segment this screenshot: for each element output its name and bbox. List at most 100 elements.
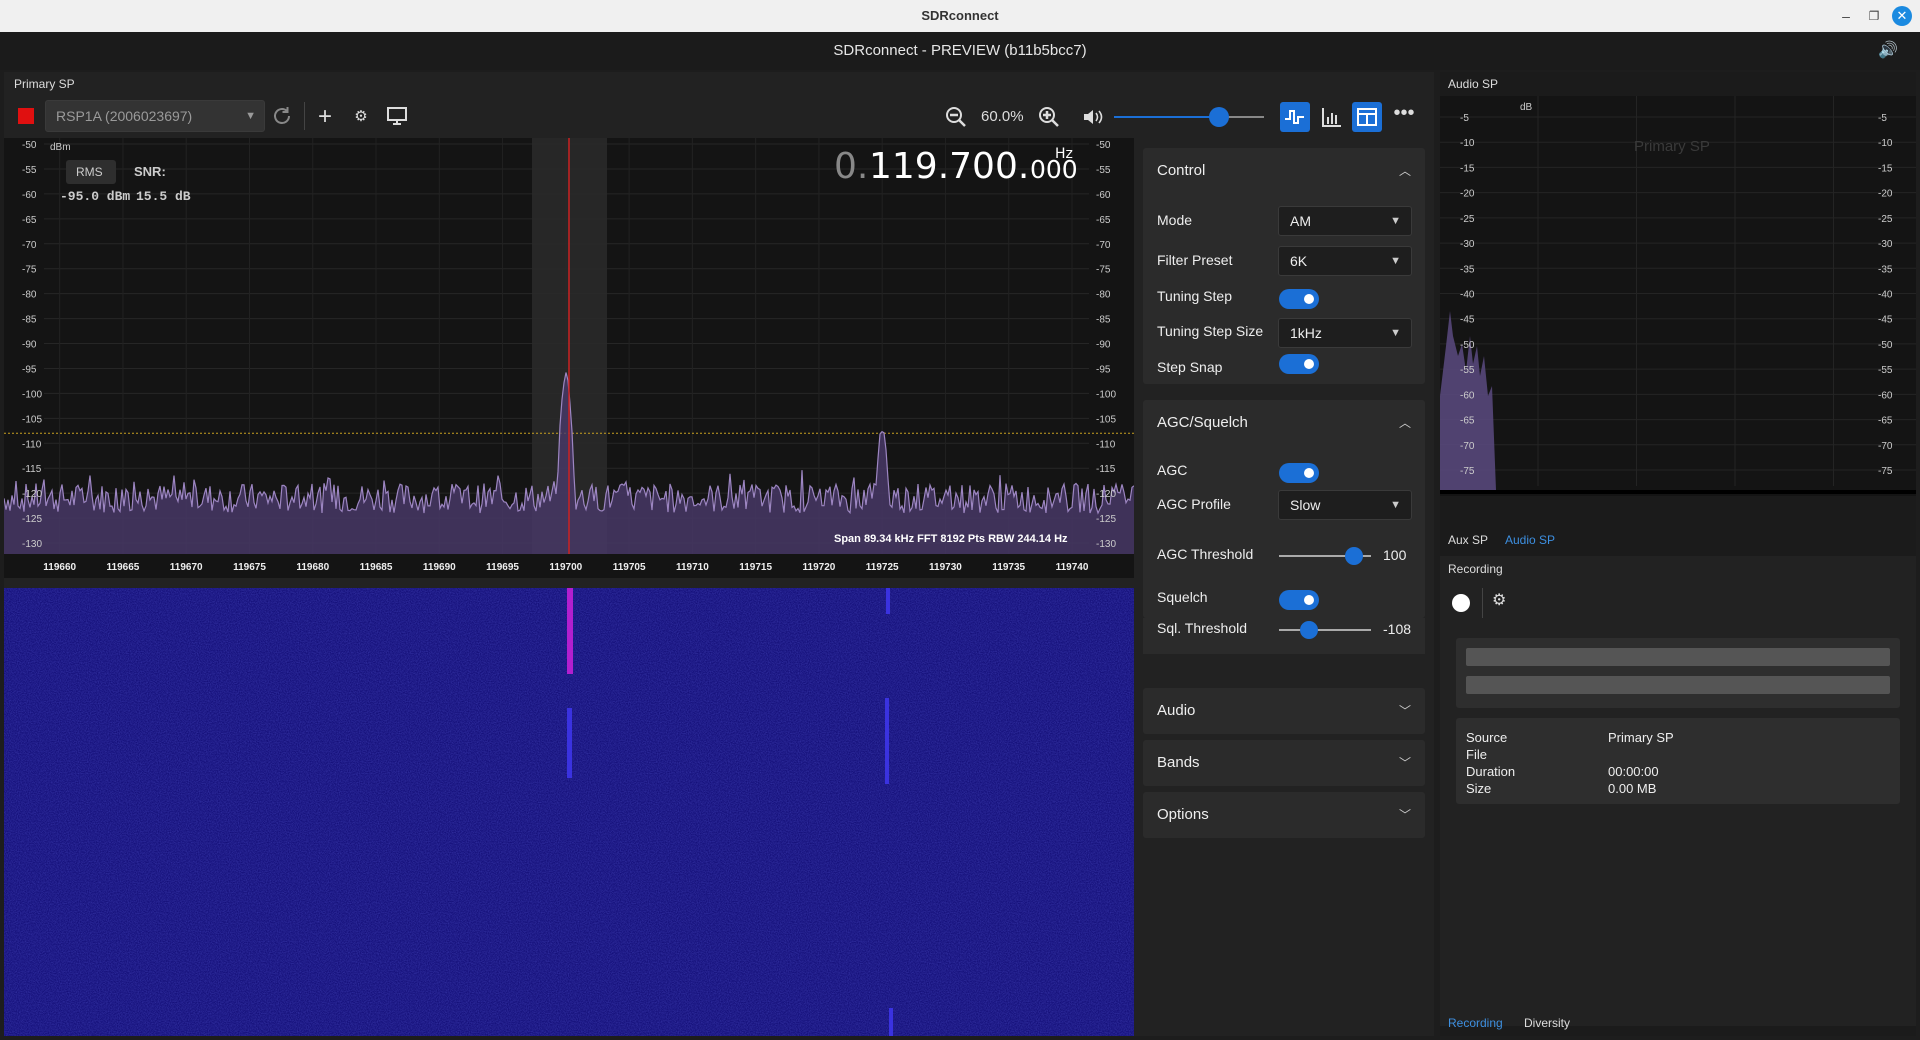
agc-toggle[interactable] — [1279, 463, 1319, 483]
audio-db-tick-left: -75 — [1460, 466, 1475, 477]
waterfall-trace-secondary-2 — [885, 698, 889, 784]
audio-db-tick-left: -70 — [1460, 441, 1475, 452]
chevron-up-icon: ︿ — [1398, 164, 1411, 178]
freq-tick: 119725 — [866, 562, 899, 573]
spectrum-display[interactable]: -50 -55 -60 -65 -70 -75 -80 -85 -90 -95 -100 -105 -1… — [4, 138, 1134, 554]
source-value: Primary SP — [1608, 730, 1674, 745]
tab-aux-sp[interactable]: Aux SP — [1448, 533, 1488, 547]
sql-threshold-slider[interactable] — [1279, 621, 1371, 639]
volume-icon[interactable] — [1082, 107, 1104, 127]
refresh-icon[interactable] — [270, 104, 294, 128]
more-icon[interactable]: ••• — [1391, 100, 1417, 126]
snr-value: 15.5 dB — [136, 189, 191, 204]
audio-db-tick-right: -75 — [1878, 466, 1893, 477]
db-tick-left: -115 — [22, 464, 42, 475]
db-unit: dBm — [50, 142, 71, 153]
filter-preset-select[interactable]: 6K ▼ — [1278, 246, 1412, 276]
agc-threshold-slider[interactable] — [1279, 547, 1371, 565]
options-section[interactable]: Options ﹀ — [1143, 792, 1425, 838]
db-tick-right: -65 — [1096, 215, 1111, 226]
device-select[interactable]: RSP1A (2006023697) ▼ — [45, 100, 265, 132]
audio-title: Audio — [1157, 702, 1196, 719]
db-tick-left: -110 — [22, 439, 42, 450]
agc-header[interactable]: AGC/Squelch ︿ — [1143, 400, 1425, 446]
tuning-step-toggle[interactable] — [1279, 289, 1319, 309]
bar-chart-icon[interactable] — [1319, 104, 1345, 130]
audio-watermark: Primary SP — [1634, 138, 1710, 155]
db-tick-left: -50 — [22, 140, 37, 151]
speaker-icon[interactable]: 🔊 — [1878, 32, 1898, 70]
primary-sp-title: Primary SP — [14, 77, 75, 91]
close-icon[interactable]: ✕ — [1892, 6, 1912, 26]
recording-title: Recording — [1448, 562, 1503, 576]
device-label: RSP1A (2006023697) — [56, 108, 193, 124]
audio-section[interactable]: Audio ﹀ — [1143, 688, 1425, 734]
freq-tick: 119730 — [929, 562, 962, 573]
audio-header[interactable]: Audio ﹀ — [1143, 688, 1425, 734]
chevron-down-icon: ﹀ — [1398, 808, 1411, 822]
db-tick-right: -90 — [1096, 340, 1111, 351]
db-tick-left: -130 — [22, 539, 42, 550]
freq-tick: 119660 — [43, 562, 76, 573]
bands-title: Bands — [1157, 754, 1200, 771]
filter-preset-label: Filter Preset — [1157, 252, 1233, 268]
freq-tick: 119710 — [676, 562, 709, 573]
recording-settings-icon[interactable]: ⚙ — [1492, 590, 1506, 610]
audio-db-tick-left: -65 — [1460, 416, 1475, 427]
waterfall-display[interactable] — [4, 588, 1134, 1036]
audio-db-tick-left: -40 — [1460, 290, 1475, 301]
volume-slider[interactable] — [1114, 107, 1264, 127]
step-snap-toggle[interactable] — [1279, 354, 1319, 374]
sql-threshold-knob[interactable] — [1300, 621, 1318, 639]
agc-threshold-knob[interactable] — [1345, 547, 1363, 565]
freq-tick: 119695 — [486, 562, 519, 573]
waterfall-trace-secondary — [886, 588, 890, 614]
settings-icon[interactable]: ⚙ — [348, 104, 374, 130]
audio-db-tick-right: -20 — [1878, 189, 1893, 200]
control-header[interactable]: Control ︿ — [1143, 148, 1425, 194]
recording-progress-box — [1456, 638, 1900, 708]
audio-db-tick-left: -5 — [1460, 113, 1469, 124]
spectrum-view-button[interactable] — [1280, 102, 1310, 132]
squelch-toggle[interactable] — [1279, 590, 1319, 610]
restore-icon[interactable]: ❐ — [1864, 6, 1884, 26]
display-icon[interactable] — [386, 106, 408, 126]
db-tick-left: -120 — [22, 489, 42, 500]
audio-db-tick-right: -50 — [1878, 340, 1893, 351]
snr-label: SNR: — [134, 164, 166, 179]
freq-tick: 119700 — [549, 562, 582, 573]
audio-db-tick-right: -5 — [1878, 113, 1887, 124]
mode-select[interactable]: AM ▼ — [1278, 206, 1412, 236]
sql-threshold-row: Sql. Threshold -108 — [1143, 618, 1425, 654]
audio-db-tick-left: -20 — [1460, 189, 1475, 200]
add-icon[interactable]: + — [312, 104, 338, 130]
tab-audio-sp[interactable]: Audio SP — [1505, 533, 1555, 547]
audio-db-tick-right: -55 — [1878, 365, 1893, 376]
frequency-main: 119.700. — [869, 146, 1029, 187]
layout-view-button[interactable] — [1352, 102, 1382, 132]
frequency-display[interactable]: 0. 119.700. 000 Hz — [834, 146, 1078, 187]
agc-threshold-label: AGC Threshold — [1157, 546, 1254, 562]
record-button[interactable] — [1452, 594, 1470, 612]
tab-diversity[interactable]: Diversity — [1524, 1016, 1570, 1030]
freq-tick: 119690 — [423, 562, 456, 573]
stop-button[interactable] — [18, 108, 34, 124]
window-titlebar: SDRconnect – ❐ ✕ — [0, 0, 1920, 32]
minimize-icon[interactable]: – — [1836, 6, 1856, 26]
volume-knob[interactable] — [1209, 107, 1229, 127]
bands-section[interactable]: Bands ﹀ — [1143, 740, 1425, 786]
frequency-prefix: 0. — [834, 146, 868, 187]
span-info: Span 89.34 kHz FFT 8192 Pts RBW 244.14 H… — [834, 533, 1068, 545]
file-label: File — [1466, 747, 1487, 762]
zoom-in-icon[interactable] — [1038, 106, 1060, 128]
options-header[interactable]: Options ﹀ — [1143, 792, 1425, 838]
zoom-out-icon[interactable] — [945, 106, 967, 128]
tab-recording[interactable]: Recording — [1448, 1016, 1503, 1030]
db-tick-right: -70 — [1096, 240, 1111, 251]
waterfall-trace-main-2 — [567, 708, 572, 778]
audio-spectrum[interactable]: dB Primary SP -5 -10 -15 -20 -25 -30 -35 -40 -45… — [1440, 96, 1916, 496]
tuning-step-size-select[interactable]: 1kHz ▼ — [1278, 318, 1412, 348]
agc-profile-select[interactable]: Slow ▼ — [1278, 490, 1412, 520]
db-tick-left: -70 — [22, 240, 37, 251]
bands-header[interactable]: Bands ﹀ — [1143, 740, 1425, 786]
